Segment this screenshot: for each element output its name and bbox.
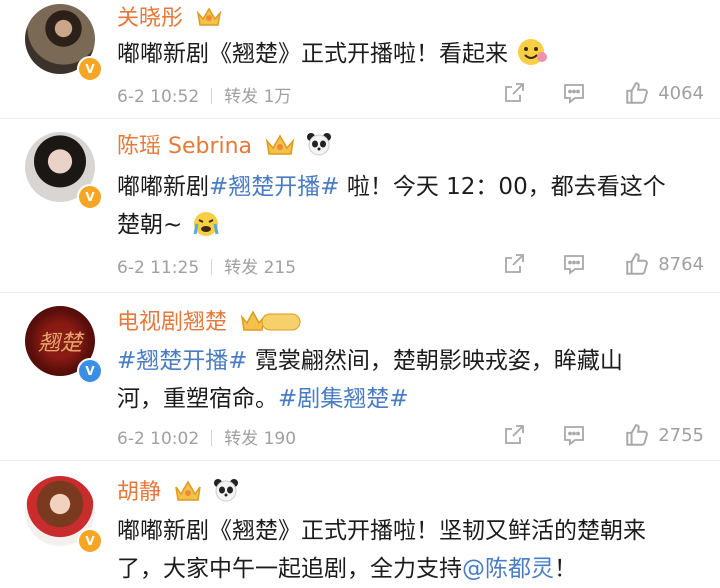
- hashtag-link[interactable]: #剧集翘楚#: [278, 386, 409, 412]
- comment-button[interactable]: [562, 252, 586, 276]
- comment-body: 啦！今天 12：00，都去看这个: [339, 174, 666, 200]
- action-bar: 4064: [502, 80, 704, 106]
- comment-body: ！: [554, 556, 577, 582]
- comment-icon: [564, 84, 585, 104]
- avatar[interactable]: V: [25, 132, 103, 210]
- comment-text: #翘楚开播# 霓裳翩然间，楚朝影映戎姿，眸藏山 河，重塑宿命。#剧集翘楚#: [117, 342, 702, 418]
- comment-body: 嘟嘟新剧: [117, 174, 209, 200]
- comment-meta: 6-2 10:02 转发 190: [117, 424, 296, 449]
- like-button[interactable]: 2755: [624, 422, 704, 448]
- username-text[interactable]: 陈瑶 Sebrina: [117, 134, 252, 159]
- like-count: 8764: [658, 253, 704, 275]
- thumbs-up-icon: [626, 424, 649, 446]
- repost-count[interactable]: 转发 1万: [224, 87, 291, 107]
- comment-line: 嘟嘟新剧《翘楚》正式开播啦！坚韧又鲜活的楚朝来: [117, 512, 702, 550]
- avatar[interactable]: V: [25, 4, 103, 82]
- comment-body: 霓裳翩然间，楚朝影映戎姿，眸藏山: [247, 348, 623, 374]
- panda-icon: [213, 478, 239, 508]
- comment-meta: 6-2 11:25 转发 215: [117, 253, 296, 278]
- comment-text: 嘟嘟新剧《翘楚》正式开播啦！坚韧又鲜活的楚朝来 了，大家中午一起追剧，全力支持@…: [117, 512, 702, 588]
- share-button[interactable]: [502, 423, 526, 447]
- comment-button[interactable]: [562, 423, 586, 447]
- crown-icon: [196, 5, 222, 33]
- verified-badge-icon: V: [77, 56, 103, 82]
- like-count: 2755: [658, 424, 704, 446]
- action-bar: 2755: [502, 422, 704, 448]
- share-button[interactable]: [502, 252, 526, 276]
- share-icon: [505, 425, 525, 444]
- username[interactable]: 胡静: [117, 474, 239, 508]
- avatar[interactable]: V: [25, 476, 103, 554]
- comment-body: 河，重塑宿命。: [117, 386, 278, 412]
- verified-badge-icon: V: [77, 184, 103, 210]
- comment-text: 嘟嘟新剧《翘楚》正式开播啦！看起来: [117, 35, 702, 79]
- comment-line: 嘟嘟新剧#翘楚开播# 啦！今天 12：00，都去看这个: [117, 168, 702, 206]
- comment-text: 嘟嘟新剧#翘楚开播# 啦！今天 12：00，都去看这个 楚朝~: [117, 168, 702, 250]
- post-time: 6-2 11:25: [117, 258, 200, 278]
- weibo-comment: V 胡静 嘟嘟新剧《翘楚》正式开播啦！坚韧又鲜活的楚朝来 了，大家中午一起追剧，…: [0, 460, 720, 588]
- comment-icon: [564, 426, 585, 446]
- crown-icon: [174, 478, 202, 508]
- action-bar: 8764: [502, 251, 704, 277]
- share-button[interactable]: [502, 81, 526, 105]
- like-count: 4064: [658, 82, 704, 104]
- weibo-comment: 翘楚 V 电视剧翘楚 #翘楚开播# 霓裳翩然间，楚朝影映戎姿，眸藏山 河，重塑宿…: [0, 292, 720, 461]
- username[interactable]: 电视剧翘楚: [117, 304, 302, 338]
- username-text[interactable]: 胡静: [117, 480, 161, 505]
- comment-line: 楚朝~: [117, 206, 702, 250]
- weibo-comment: V 陈瑶 Sebrina 嘟嘟新剧#翘楚开播# 啦！今天 12：00，都去看这个…: [0, 118, 720, 293]
- happy-face-emoji-icon: [515, 37, 549, 79]
- post-time: 6-2 10:52: [117, 87, 200, 107]
- weibo-comment: V 关晓彤 嘟嘟新剧《翘楚》正式开播啦！看起来 6-2 10:52 转发 1万 4…: [0, 0, 720, 119]
- username-text[interactable]: 电视剧翘楚: [117, 310, 227, 335]
- comment-body: 了，大家中午一起追剧，全力支持: [117, 556, 462, 582]
- username[interactable]: 关晓彤: [117, 0, 222, 33]
- thumbs-up-icon: [626, 253, 649, 275]
- comment-line: 河，重塑宿命。#剧集翘楚#: [117, 380, 702, 418]
- comment-meta: 6-2 10:52 转发 1万: [117, 82, 291, 107]
- crown-icon: [265, 132, 295, 162]
- verified-badge-icon: V: [77, 528, 103, 554]
- member-level-badge-icon: [240, 308, 302, 338]
- thumbs-up-icon: [626, 82, 649, 104]
- hashtag-link[interactable]: #翘楚开播#: [209, 174, 340, 200]
- avatar[interactable]: 翘楚 V: [25, 306, 103, 384]
- username-text[interactable]: 关晓彤: [117, 6, 183, 31]
- svg-text:翘楚: 翘楚: [38, 331, 85, 356]
- like-button[interactable]: 4064: [624, 80, 704, 106]
- mention-link[interactable]: @陈都灵: [462, 556, 554, 582]
- comment-line: #翘楚开播# 霓裳翩然间，楚朝影映戎姿，眸藏山: [117, 342, 702, 380]
- repost-count[interactable]: 转发 190: [224, 429, 296, 449]
- like-button[interactable]: 8764: [624, 251, 704, 277]
- share-icon: [505, 83, 525, 102]
- verified-badge-icon: V: [77, 358, 103, 384]
- comment-body: 嘟嘟新剧《翘楚》正式开播啦！坚韧又鲜活的楚朝来: [117, 518, 646, 544]
- comment-body: 嘟嘟新剧《翘楚》正式开播啦！看起来: [117, 41, 508, 67]
- post-time: 6-2 10:02: [117, 429, 200, 449]
- comment-button[interactable]: [562, 81, 586, 105]
- comment-icon: [564, 255, 585, 275]
- repost-count[interactable]: 转发 215: [224, 258, 296, 278]
- share-icon: [505, 254, 525, 273]
- comment-line: 了，大家中午一起追剧，全力支持@陈都灵！: [117, 550, 702, 588]
- hashtag-link[interactable]: #翘楚开播#: [117, 348, 248, 374]
- crying-face-emoji-icon: [190, 210, 222, 250]
- panda-icon: [306, 132, 332, 162]
- comment-body: 楚朝~: [117, 212, 183, 238]
- username[interactable]: 陈瑶 Sebrina: [117, 128, 332, 162]
